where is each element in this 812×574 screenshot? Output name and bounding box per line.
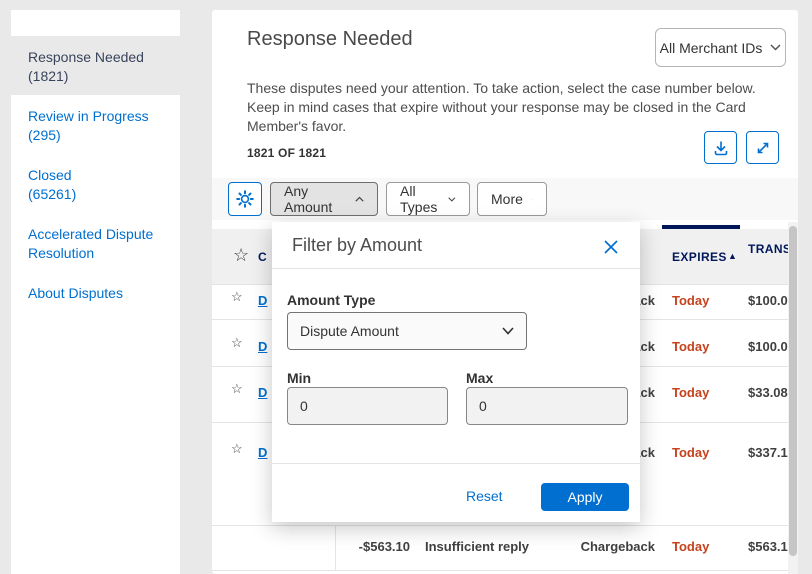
download-button[interactable]: [704, 131, 737, 164]
cell-expires: Today: [672, 385, 710, 400]
cell-dispute-type: Chargeback: [580, 539, 655, 554]
filter-label: Any Amount: [284, 183, 333, 215]
sidebar-item-closed[interactable]: Closed (65261): [28, 166, 162, 204]
sidebar-item-count: (65261): [28, 186, 77, 202]
amount-type-label: Amount Type: [287, 292, 376, 308]
filter-any-amount-button[interactable]: Any Amount: [270, 182, 378, 216]
sidebar-item-response-needed[interactable]: Response Needed (1821): [28, 48, 170, 86]
min-label: Min: [287, 370, 312, 386]
sidebar-header-placeholder: [11, 10, 180, 36]
case-number-link[interactable]: D: [258, 385, 267, 400]
modal-divider: [272, 463, 640, 464]
results-count: 1821 OF 1821: [247, 146, 327, 160]
expires-column-header[interactable]: EXPIRES: [672, 250, 727, 264]
cell-expires: Today: [672, 339, 710, 354]
case-number-link[interactable]: D: [258, 445, 267, 460]
filter-more-button[interactable]: More: [477, 182, 547, 216]
sidebar-item-label: About Disputes: [28, 285, 123, 301]
reset-button[interactable]: Reset: [466, 488, 503, 504]
sidebar-item-review-in-progress[interactable]: Review in Progress (295): [28, 107, 162, 145]
expand-button[interactable]: [746, 131, 779, 164]
filter-settings-button[interactable]: [228, 182, 262, 216]
trans-amount-column-header[interactable]: TRANS AMOUNT: [748, 242, 788, 257]
case-number-link[interactable]: D: [258, 339, 267, 354]
cell-trans-amount: $33.08: [748, 385, 788, 400]
filter-label: All Types: [400, 183, 438, 215]
cell-expires: Today: [672, 539, 710, 554]
sidebar-item-count: (295): [28, 127, 61, 143]
column-divider: [335, 525, 336, 570]
cell-trans-amount: $337.1: [748, 445, 788, 460]
expand-icon: [757, 142, 768, 153]
vertical-scrollbar-thumb[interactable]: [789, 226, 797, 556]
sidebar-item-label: Response Needed: [28, 49, 144, 65]
sidebar-item-label: Review in Progress: [28, 108, 149, 124]
page-title: Response Needed: [247, 28, 413, 50]
case-number-link[interactable]: D: [258, 293, 267, 308]
sorted-column-indicator: [662, 225, 740, 229]
case-column-header[interactable]: C: [258, 250, 267, 264]
min-amount-input[interactable]: [287, 387, 448, 425]
sidebar-item-accelerated-dispute-resolution[interactable]: Accelerated Dispute Resolution: [28, 225, 162, 263]
filter-by-amount-modal: Filter by Amount Amount Type Dispute Amo…: [272, 222, 640, 522]
gear-icon: [236, 190, 254, 208]
close-button[interactable]: [602, 238, 620, 256]
download-icon: [714, 141, 727, 155]
sidebar-item-about-disputes[interactable]: About Disputes: [28, 284, 162, 303]
sidebar-item-count: (1821): [28, 68, 69, 84]
filter-all-types-button[interactable]: All Types: [386, 182, 470, 216]
cell-expires: Today: [672, 293, 710, 308]
apply-button[interactable]: Apply: [541, 483, 629, 511]
modal-title: Filter by Amount: [292, 235, 423, 255]
chevron-down-icon: [770, 44, 781, 51]
row-divider: [212, 570, 788, 571]
max-label: Max: [466, 370, 494, 386]
cell-dispute-amount: -$563.10: [358, 539, 410, 554]
modal-divider: [272, 268, 640, 269]
page-description: These disputes need your attention. To t…: [247, 80, 756, 134]
filter-label: More: [491, 191, 523, 207]
table-row[interactable]: -$563.10 Insufficient reply Chargeback T…: [212, 537, 788, 559]
chevron-up-icon: [355, 196, 364, 202]
chevron-down-icon: [448, 196, 456, 202]
star-column-header-icon: ☆: [233, 245, 250, 265]
sidebar-item-label: Closed: [28, 167, 72, 183]
amount-type-select[interactable]: Dispute Amount: [287, 312, 527, 350]
favorite-star-icon[interactable]: ☆: [231, 441, 243, 457]
cell-trans-amount: $100.0: [748, 339, 788, 354]
sidebar-item-label: Accelerated Dispute Resolution: [28, 226, 154, 261]
chevron-down-icon: [502, 327, 514, 335]
favorite-star-icon[interactable]: ☆: [231, 381, 243, 397]
merchant-id-dropdown-value: All Merchant IDs: [659, 39, 763, 56]
favorite-star-icon[interactable]: ☆: [231, 289, 243, 305]
close-icon: [604, 240, 618, 254]
cell-trans-amount: $100.0: [748, 293, 788, 308]
cell-reason: Insufficient reply: [425, 539, 530, 554]
merchant-id-dropdown[interactable]: All Merchant IDs: [655, 28, 786, 67]
amount-type-select-value: Dispute Amount: [300, 323, 399, 339]
favorite-star-icon[interactable]: ☆: [231, 335, 243, 351]
row-divider: [212, 525, 788, 526]
max-amount-input[interactable]: [466, 387, 628, 425]
cell-trans-amount: $563.1: [748, 539, 788, 554]
sort-ascending-icon: ▲: [728, 251, 738, 261]
chevron-down-icon: [531, 198, 533, 200]
cell-expires: Today: [672, 445, 710, 460]
